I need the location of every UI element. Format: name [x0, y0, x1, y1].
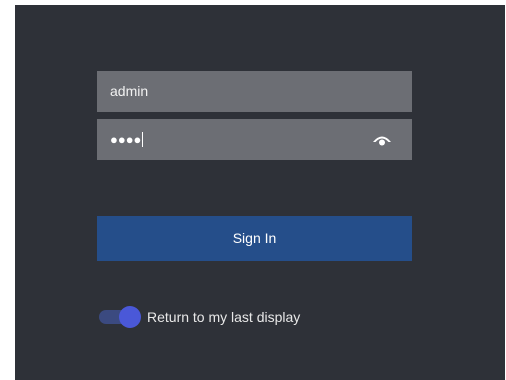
username-value: admin — [110, 83, 149, 99]
login-panel: admin ●●●● Sign In Return to my last dis… — [15, 5, 505, 380]
eye-icon[interactable] — [372, 132, 392, 146]
password-field[interactable]: ●●●● — [97, 119, 412, 160]
return-to-last-display-toggle[interactable] — [99, 305, 141, 329]
password-value: ●●●● — [110, 119, 144, 160]
username-field[interactable]: admin — [97, 71, 412, 112]
return-to-last-display-label: Return to my last display — [147, 309, 301, 325]
text-caret — [142, 131, 144, 147]
password-masked: ●●●● — [110, 132, 142, 147]
remember-display-row: Return to my last display — [99, 305, 300, 329]
sign-in-button[interactable]: Sign In — [97, 216, 412, 261]
toggle-knob — [119, 306, 141, 328]
